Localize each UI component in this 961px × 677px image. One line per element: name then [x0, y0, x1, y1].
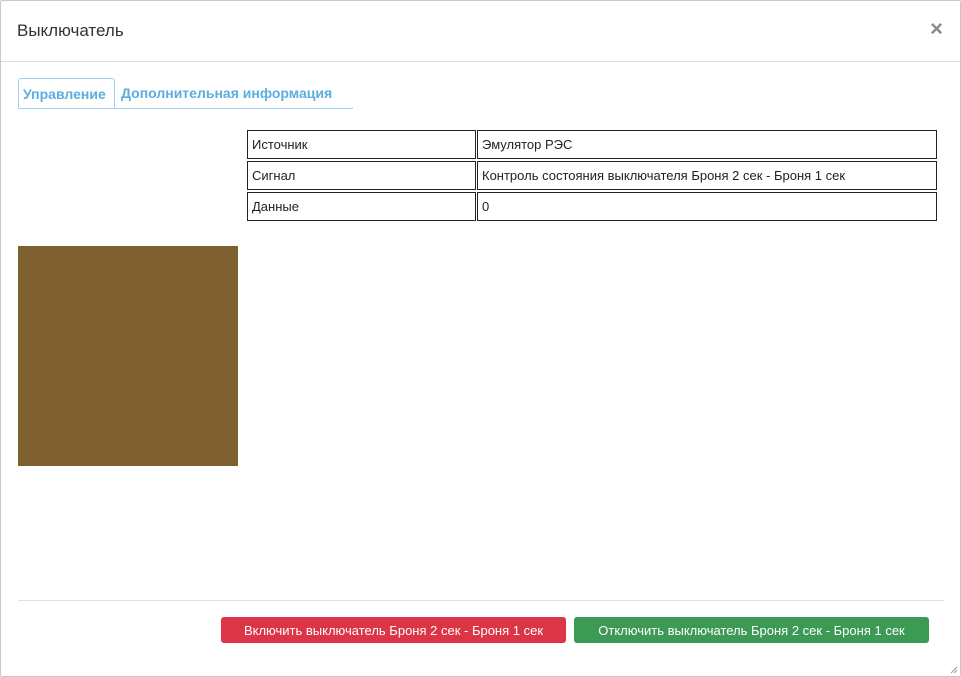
resize-handle-icon[interactable]	[950, 666, 958, 674]
row-key-data: Данные	[247, 192, 476, 221]
row-value-source: Эмулятор РЭС	[477, 130, 937, 159]
table-row: Данные 0	[247, 192, 937, 221]
dialog-header: Выключатель ×	[1, 1, 960, 62]
close-icon[interactable]: ×	[930, 16, 943, 42]
dialog-title: Выключатель	[17, 21, 124, 40]
tab-control[interactable]: Управление	[18, 78, 115, 108]
switch-off-button[interactable]: Отключить выключатель Броня 2 сек - Брон…	[574, 617, 929, 643]
switch-on-button[interactable]: Включить выключатель Броня 2 сек - Броня…	[221, 617, 566, 643]
row-value-data: 0	[477, 192, 937, 221]
row-key-source: Источник	[247, 130, 476, 159]
tab-additional-info[interactable]: Дополнительная информация	[121, 78, 332, 107]
switch-dialog: Выключатель × Управление Дополнительная …	[0, 0, 961, 677]
table-row: Источник Эмулятор РЭС	[247, 130, 937, 159]
info-table: Источник Эмулятор РЭС Сигнал Контроль со…	[246, 128, 938, 223]
tab-bar: Управление Дополнительная информация	[18, 78, 353, 109]
row-value-signal: Контроль состояния выключателя Броня 2 с…	[477, 161, 937, 190]
state-indicator	[18, 246, 238, 466]
table-row: Сигнал Контроль состояния выключателя Бр…	[247, 161, 937, 190]
footer-divider	[18, 600, 944, 601]
row-key-signal: Сигнал	[247, 161, 476, 190]
